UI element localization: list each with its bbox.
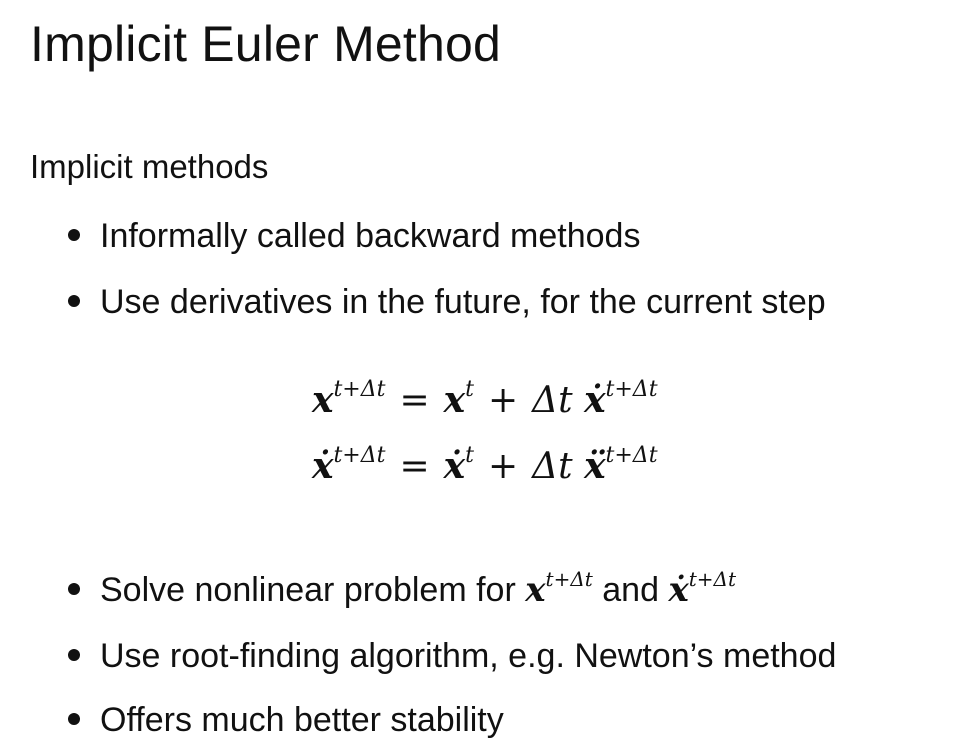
bullet-text: Offers much better stability [100, 701, 504, 739]
math-var: x [525, 570, 546, 610]
math-superscript: t+Δt [605, 377, 658, 402]
equation-velocity-update: ẋt+Δt = ẋt + Δt ẍt+Δt [312, 444, 658, 489]
math-var: x [312, 379, 334, 421]
bullet-item-4: Use root-finding algorithm, e.g. Newton’… [68, 636, 836, 676]
bullet-text: Informally called backward methods [100, 217, 641, 255]
bullet-dot-icon [68, 229, 80, 242]
math-equals: = [399, 380, 430, 421]
section-heading: Implicit methods [30, 148, 269, 185]
inline-math-velocity: ẋt+Δt [668, 567, 737, 610]
math-delta-t: Δt [532, 446, 573, 487]
math-superscript: t [465, 443, 474, 468]
slide-title: Implicit Euler Method [30, 16, 502, 72]
math-plus: + [487, 380, 519, 421]
inline-math-position: xt+Δt [525, 567, 593, 610]
math-superscript: t+Δt [545, 567, 593, 591]
slide: Implicit Euler Method Implicit methods I… [0, 0, 959, 749]
bullet-item-2: Use derivatives in the future, for the c… [68, 282, 826, 322]
bullet-dot-icon [68, 649, 80, 662]
bullet-text-and: and [602, 571, 659, 609]
math-superscript: t [465, 377, 474, 402]
bullet-dot-icon [68, 583, 80, 596]
math-superscript: t+Δt [333, 377, 386, 402]
math-equals: = [399, 446, 430, 487]
math-var: ẍ [584, 445, 606, 487]
bullet-item-3: Solve nonlinear problem for xt+Δt and ẋt… [68, 567, 737, 610]
math-superscript: t+Δt [333, 443, 386, 468]
math-var: ẋ [668, 570, 689, 610]
bullet-item-5: Offers much better stability [68, 700, 504, 740]
math-plus: + [487, 446, 519, 487]
math-superscript: t+Δt [605, 443, 658, 468]
math-var: ẋ [584, 379, 606, 421]
equation-position-update: xt+Δt = xt + Δt ẋt+Δt [312, 378, 658, 423]
bullet-text: Solve nonlinear problem for [100, 571, 516, 609]
bullet-text: Use root-finding algorithm, e.g. Newton’… [100, 637, 837, 675]
bullet-text: Use derivatives in the future, for the c… [100, 283, 826, 321]
math-delta-t: Δt [532, 380, 573, 421]
bullet-item-1: Informally called backward methods [68, 216, 640, 256]
math-var: x [443, 379, 466, 421]
math-var: ẋ [443, 445, 466, 487]
math-superscript: t+Δt [688, 567, 737, 591]
bullet-dot-icon [68, 713, 80, 726]
math-var: ẋ [312, 445, 334, 487]
bullet-dot-icon [68, 295, 80, 308]
